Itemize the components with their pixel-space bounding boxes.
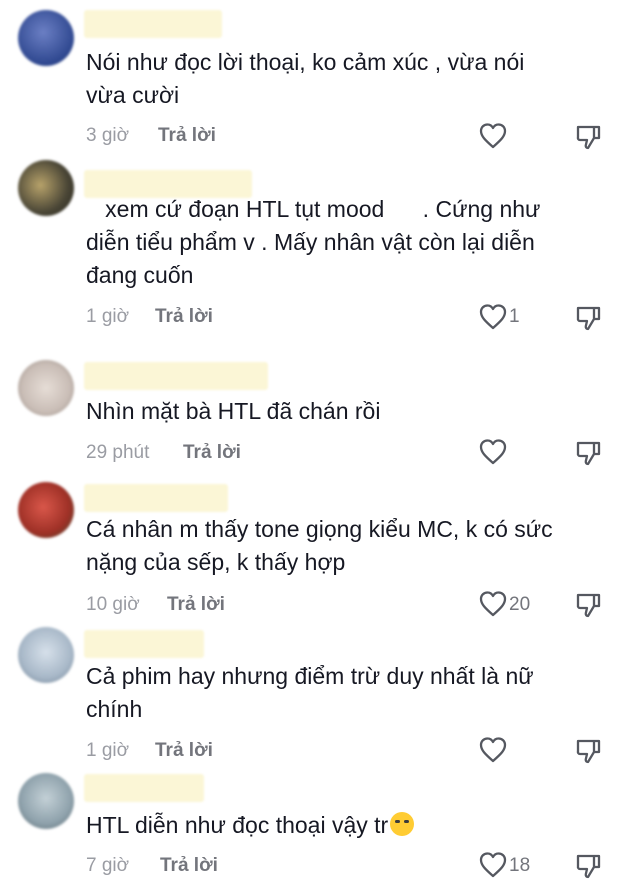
reply-button[interactable]: Trả lời [160,855,218,877]
thumbs-down-icon[interactable] [574,591,602,619]
avatar[interactable] [18,160,74,216]
thumbs-down-icon[interactable] [574,439,602,467]
username-redacted[interactable] [84,484,228,512]
comment-text-content: HTL diễn như đọc thoại vậy tr [86,812,389,838]
reply-button[interactable]: Trả lời [167,594,225,616]
avatar[interactable] [18,360,74,416]
thumbs-down-icon[interactable] [574,737,602,765]
thumbs-down-icon[interactable] [574,304,602,332]
comment-time: 3 giờ [86,125,130,146]
comment-time: 7 giờ [86,855,130,876]
like-count: 20 [509,594,531,615]
like-count: 1 [509,306,520,327]
comment-time: 10 giờ [86,594,140,615]
heart-outline-icon[interactable] [478,850,508,880]
reply-button[interactable]: Trả lời [155,740,213,762]
like-count: 18 [509,855,531,876]
heart-outline-icon[interactable] [478,589,508,619]
crying-face-emoji [390,812,415,836]
heart-outline-icon[interactable] [478,302,508,332]
avatar[interactable] [18,482,74,538]
heart-outline-icon[interactable] [478,735,508,765]
avatar[interactable] [18,10,74,66]
comment-text: xem cứ đoạn HTL tụt mood . Cứng như diễn… [86,196,541,288]
heart-outline-icon[interactable] [478,121,508,151]
avatar[interactable] [18,627,74,683]
reply-button[interactable]: Trả lời [183,442,241,464]
comment-text: Cá nhân m thấy tone giọng kiểu MC, k có … [86,516,553,575]
heart-outline-icon[interactable] [478,437,508,467]
comment-text: HTL diễn như đọc thoại vậy tr [86,809,606,842]
avatar[interactable] [18,773,74,829]
username-redacted[interactable] [84,630,204,658]
username-redacted[interactable] [84,774,204,802]
reply-button[interactable]: Trả lời [158,125,216,147]
comment-text: Cả phim hay nhưng điểm trừ duy nhất là n… [86,663,534,722]
comment-text: Nói như đọc lời thoại, ko cảm xúc , vừa … [86,49,525,108]
reply-button[interactable]: Trả lời [155,306,213,328]
thumbs-down-icon[interactable] [574,852,602,880]
comment-time: 1 giờ [86,306,130,327]
comment-text: Nhìn mặt bà HTL đã chán rồi [86,398,381,424]
username-redacted[interactable] [84,10,222,38]
comment-time: 29 phút [86,442,150,463]
comment-time: 1 giờ [86,740,130,761]
thumbs-down-icon[interactable] [574,123,602,151]
username-redacted[interactable] [84,362,268,390]
